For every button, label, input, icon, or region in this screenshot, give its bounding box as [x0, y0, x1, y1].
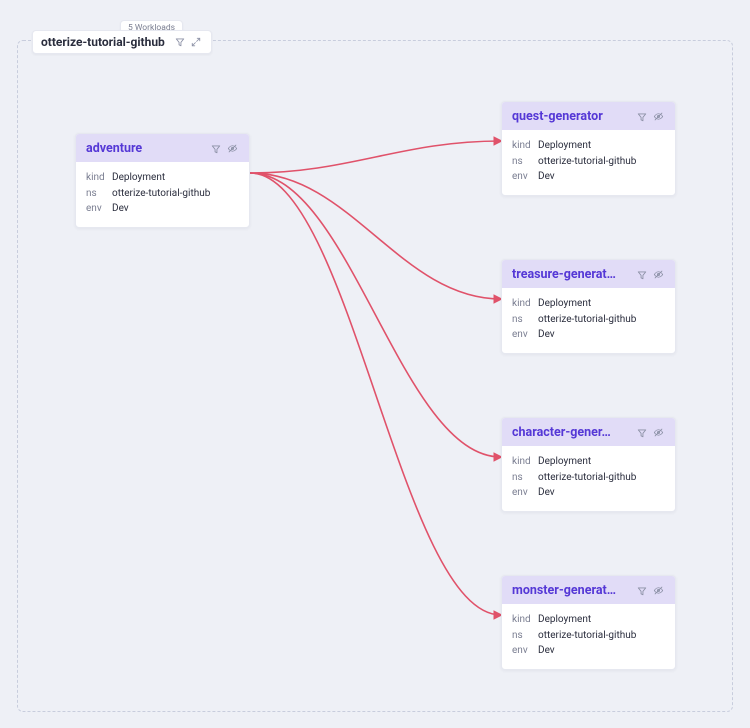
node-header: monster-generat… [502, 576, 675, 604]
node-field-row: nsotterize-tutorial-github [512, 628, 665, 644]
filter-icon[interactable] [635, 268, 649, 282]
field-key: kind [512, 612, 538, 628]
node-field-row: nsotterize-tutorial-github [512, 312, 665, 328]
node-field-row: kindDeployment [86, 170, 239, 186]
node-adventure[interactable]: adventure kindDeploymentnsotterize-tutori… [75, 133, 250, 228]
namespace-pill[interactable]: otterize-tutorial-github [32, 30, 212, 54]
node-body: kindDeploymentnsotterize-tutorial-github… [502, 288, 675, 353]
node-field-row: kindDeployment [512, 612, 665, 628]
node-body: kindDeploymentnsotterize-tutorial-github… [502, 130, 675, 195]
node-field-row: kindDeployment [512, 138, 665, 154]
node-title: treasure-generat… [512, 267, 633, 282]
node-header: treasure-generat… [502, 260, 675, 288]
node-field-row: nsotterize-tutorial-github [86, 186, 239, 202]
hide-icon[interactable] [225, 142, 239, 156]
field-value: otterize-tutorial-github [538, 470, 636, 486]
hide-icon[interactable] [651, 110, 665, 124]
field-key: ns [512, 628, 538, 644]
field-value: Dev [538, 169, 555, 185]
node-field-row: envDev [86, 201, 239, 217]
hide-icon[interactable] [651, 426, 665, 440]
node-body: kindDeploymentnsotterize-tutorial-github… [502, 446, 675, 511]
field-value: otterize-tutorial-github [112, 186, 210, 202]
collapse-icon[interactable] [189, 35, 203, 49]
hide-icon[interactable] [651, 584, 665, 598]
node-header: adventure [76, 134, 249, 162]
field-value: Deployment [538, 296, 591, 312]
field-key: kind [512, 454, 538, 470]
field-key: env [512, 169, 538, 185]
filter-icon[interactable] [635, 584, 649, 598]
node-header: character-gener… [502, 418, 675, 446]
node-field-row: nsotterize-tutorial-github [512, 154, 665, 170]
node-body: kindDeploymentnsotterize-tutorial-github… [502, 604, 675, 669]
field-value: Dev [538, 643, 555, 659]
node-title: quest-generator [512, 109, 633, 124]
node-field-row: nsotterize-tutorial-github [512, 470, 665, 486]
field-value: Dev [538, 327, 555, 343]
field-key: ns [86, 186, 112, 202]
field-value: Deployment [112, 170, 165, 186]
field-value: otterize-tutorial-github [538, 154, 636, 170]
field-key: env [512, 643, 538, 659]
node-treasure-generator[interactable]: treasure-generat… kindDeploymentnsotteriz… [501, 259, 676, 354]
node-field-row: envDev [512, 485, 665, 501]
field-value: otterize-tutorial-github [538, 628, 636, 644]
node-field-row: envDev [512, 643, 665, 659]
field-key: ns [512, 312, 538, 328]
node-character-generator[interactable]: character-gener… kindDeploymentnsotterize… [501, 417, 676, 512]
node-title: monster-generat… [512, 583, 633, 598]
field-key: ns [512, 154, 538, 170]
field-value: Deployment [538, 138, 591, 154]
field-key: kind [512, 296, 538, 312]
filter-icon[interactable] [173, 35, 187, 49]
node-field-row: kindDeployment [512, 296, 665, 312]
node-field-row: envDev [512, 169, 665, 185]
field-key: kind [86, 170, 112, 186]
node-title: adventure [86, 141, 207, 156]
filter-icon[interactable] [635, 426, 649, 440]
field-key: kind [512, 138, 538, 154]
node-header: quest-generator [502, 102, 675, 130]
namespace-label: otterize-tutorial-github [41, 35, 165, 49]
field-key: env [86, 201, 112, 217]
field-key: env [512, 327, 538, 343]
hide-icon[interactable] [651, 268, 665, 282]
field-value: otterize-tutorial-github [538, 312, 636, 328]
node-monster-generator[interactable]: monster-generat… kindDeploymentnsotterize… [501, 575, 676, 670]
node-title: character-gener… [512, 425, 633, 440]
node-field-row: envDev [512, 327, 665, 343]
field-key: ns [512, 470, 538, 486]
node-field-row: kindDeployment [512, 454, 665, 470]
node-body: kindDeploymentnsotterize-tutorial-github… [76, 162, 249, 227]
field-value: Dev [538, 485, 555, 501]
field-value: Dev [112, 201, 129, 217]
field-value: Deployment [538, 454, 591, 470]
field-key: env [512, 485, 538, 501]
node-quest-generator[interactable]: quest-generator kindDeploymentnsotterize-… [501, 101, 676, 196]
field-value: Deployment [538, 612, 591, 628]
filter-icon[interactable] [209, 142, 223, 156]
filter-icon[interactable] [635, 110, 649, 124]
